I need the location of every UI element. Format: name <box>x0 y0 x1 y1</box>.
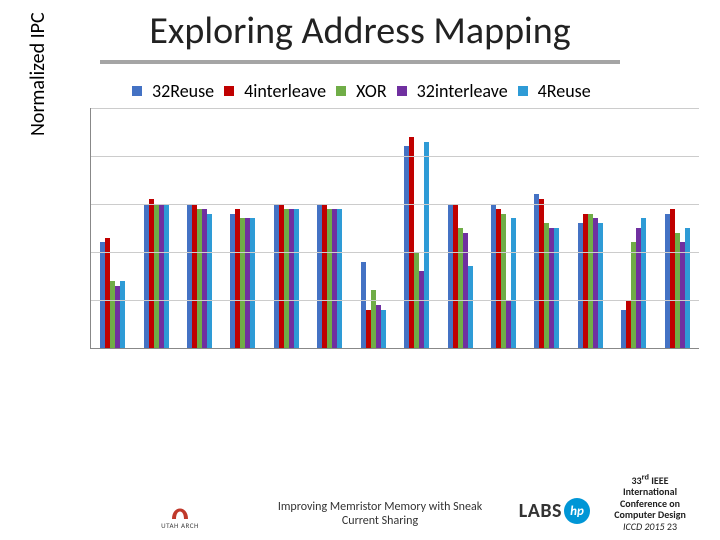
conf-venue-line: ICCD 2015 23 <box>590 521 710 533</box>
x-tick-label: Gems <box>113 348 138 349</box>
chart: 32Reuse4interleaveXOR32interleave4Reuse … <box>28 76 708 406</box>
x-tick-label: hmmer <box>330 348 355 349</box>
x-tick-label: GM <box>677 348 699 349</box>
x-tick-label: milc <box>504 348 529 349</box>
legend-label: 32interleave <box>417 80 508 102</box>
legend-swatch <box>224 86 234 96</box>
gridline <box>91 300 699 301</box>
x-tick-label: gobmk <box>286 348 311 349</box>
y-axis-label: Normalized IPC <box>26 12 50 136</box>
bar-group: Gems <box>91 108 134 348</box>
arch-icon <box>168 497 192 521</box>
x-tick-label: bzip2 <box>243 348 268 349</box>
bar <box>164 204 169 348</box>
x-tick-label: libq <box>417 348 442 349</box>
bar <box>207 214 212 348</box>
bar-group: gobmk <box>265 108 308 348</box>
utah-arch-logo: UTAH ARCH <box>150 497 210 530</box>
bar-group: astar <box>134 108 177 348</box>
bar <box>468 266 473 348</box>
bar-group: mcf <box>438 108 481 348</box>
legend-swatch <box>336 86 346 96</box>
gridline <box>91 108 699 109</box>
footer-caption: Improving Memristor Memory with Sneak Cu… <box>260 500 500 528</box>
plot-area: Gemsastarbwavesbzip2gobmkhmmerlbmlibqmcf… <box>90 108 699 349</box>
legend-swatch <box>518 86 528 96</box>
x-tick-label: mcf <box>460 348 485 349</box>
legend-label: 4interleave <box>244 80 326 102</box>
y-tick-label: 1.2 <box>90 108 91 119</box>
bar-group: lbm <box>352 108 395 348</box>
gridline <box>91 204 699 205</box>
slide: Exploring Address Mapping 32Reuse 4interl… <box>0 0 720 540</box>
bar-groups: Gemsastarbwavesbzip2gobmkhmmerlbmlibqmcf… <box>91 108 699 348</box>
bar <box>250 218 255 348</box>
bar <box>337 209 342 348</box>
x-tick-label: zeus <box>634 348 659 349</box>
bar-group: zeus <box>612 108 655 348</box>
bar-group: GM <box>655 108 698 348</box>
page-number: 23 <box>667 520 677 533</box>
bar-group: libq <box>395 108 438 348</box>
y-tick-label: 0.8 <box>90 289 91 311</box>
legend-swatch <box>132 86 142 96</box>
page-title: Exploring Address Mapping <box>0 8 720 54</box>
bar-group: xalanc <box>569 108 612 348</box>
y-tick-label: 0.7 <box>90 337 91 349</box>
utah-arch-label: UTAH ARCH <box>150 521 210 530</box>
bar-group: hmmer <box>308 108 351 348</box>
labs-hp-logo: LABS hp <box>519 498 590 524</box>
legend-swatch <box>397 86 407 96</box>
hp-circle-icon: hp <box>564 498 590 524</box>
bar <box>598 223 603 348</box>
bar <box>381 310 386 348</box>
footer: UTAH ARCH Improving Memristor Memory wit… <box>0 448 720 534</box>
chart-legend: 32Reuse 4interleave XOR 32interleave 4Reuse <box>132 80 704 102</box>
legend-label: 4Reuse <box>538 80 591 102</box>
bar-group: bzip2 <box>221 108 264 348</box>
labs-text: LABS <box>519 499 562 523</box>
bar-group: milc <box>482 108 525 348</box>
y-tick-label: 0.9 <box>90 241 91 263</box>
bar <box>641 218 646 348</box>
conf-ordinal-sup: rd <box>642 472 649 482</box>
gridline <box>91 252 699 253</box>
bar <box>685 228 690 348</box>
x-tick-label: xalanc <box>590 348 615 349</box>
gridline <box>91 156 699 157</box>
bar <box>554 228 559 348</box>
legend-label: XOR <box>356 80 387 102</box>
bar <box>120 281 125 348</box>
legend-label: 32Reuse <box>152 80 214 102</box>
bar-group: soplex <box>525 108 568 348</box>
conf-venue: ICCD 2015 <box>623 520 665 533</box>
bar <box>294 209 299 348</box>
x-tick-label: soplex <box>547 348 572 349</box>
y-tick-label: 1.1 <box>90 145 91 167</box>
title-underline <box>100 60 620 64</box>
bar <box>511 218 516 348</box>
x-tick-label: lbm <box>373 348 398 349</box>
conference-info: 33rd IEEE International Conference on Co… <box>590 473 710 532</box>
bar-group: bwaves <box>178 108 221 348</box>
y-tick-label: 1.0 <box>90 193 91 215</box>
x-tick-label: astar <box>156 348 181 349</box>
x-tick-label: bwaves <box>200 348 225 349</box>
bar <box>424 142 429 348</box>
